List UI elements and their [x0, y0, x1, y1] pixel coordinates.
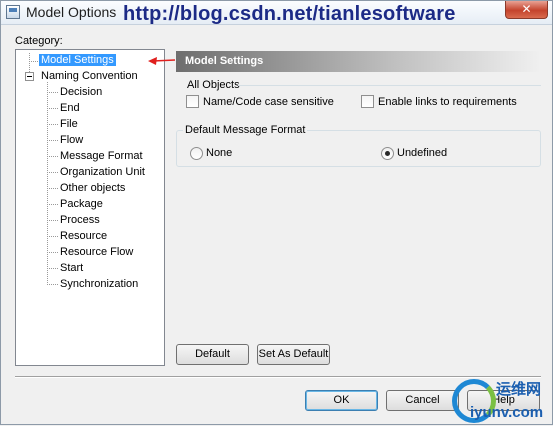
tree-connector	[47, 252, 58, 253]
site-watermark-logo: 运维网 iyunv.com	[446, 376, 553, 426]
tree-item-label: Process	[60, 214, 100, 226]
tree-item-synchronization[interactable]: Synchronization	[58, 277, 140, 292]
radio-undefined[interactable]	[381, 147, 394, 160]
enable-links-checkbox[interactable]	[361, 95, 374, 108]
watermark-url: http://blog.csdn.net/tianlesoftware	[123, 3, 456, 25]
tree-item-message-format[interactable]: Message Format	[58, 149, 145, 164]
tree-connector	[47, 92, 58, 93]
tree-item-label: Organization Unit	[60, 166, 145, 178]
logo-text-en: iyunv.com	[470, 404, 544, 421]
settings-header: Model Settings	[176, 51, 541, 72]
tree-connector	[29, 53, 30, 72]
tree-item-decision[interactable]: Decision	[58, 85, 104, 100]
tree-item-label: Resource Flow	[60, 246, 134, 258]
tree-connector	[47, 204, 58, 205]
tree-item-label: Naming Convention	[41, 70, 138, 82]
tree-item-start[interactable]: Start	[58, 261, 85, 276]
close-button[interactable]: ✕	[505, 1, 548, 19]
window-title: Model Options	[26, 4, 117, 20]
tree-connector	[47, 82, 48, 285]
tree-item-flow[interactable]: Flow	[58, 133, 85, 148]
tree-item-label: Start	[60, 262, 84, 274]
tree-connector	[47, 108, 58, 109]
tree-item-process[interactable]: Process	[58, 213, 102, 228]
all-objects-title: All Objects	[187, 79, 240, 91]
tree-item-label: Other objects	[60, 182, 126, 194]
category-tree[interactable]: Model Settings Naming Convention Decisio…	[15, 49, 176, 366]
tree-connector	[47, 220, 58, 221]
title-bar: Model Options http://blog.csdn.net/tianl…	[1, 1, 552, 25]
tree-connector	[47, 284, 58, 285]
tree-item-package[interactable]: Package	[58, 197, 105, 212]
default-button[interactable]: Default	[176, 344, 249, 365]
tree-connector	[47, 140, 58, 141]
logo-text-cn: 运维网	[496, 381, 542, 398]
name-code-case-sensitive-checkbox[interactable]	[186, 95, 199, 108]
message-format-title: Default Message Format	[183, 124, 308, 136]
radio-none[interactable]	[190, 147, 203, 160]
model-options-dialog: Model Options http://blog.csdn.net/tianl…	[0, 0, 553, 425]
ok-button[interactable]: OK	[305, 390, 378, 411]
tree-connector	[47, 124, 58, 125]
tree-item-label: Decision	[60, 86, 103, 98]
tree-connector	[47, 156, 58, 157]
tree-item-label: Message Format	[60, 150, 143, 162]
tree-item-model-settings[interactable]: Model Settings	[39, 53, 116, 68]
tree-item-naming-convention[interactable]: Naming Convention	[39, 69, 140, 84]
collapse-toggle-icon[interactable]	[25, 72, 34, 81]
tree-item-label: Flow	[60, 134, 84, 146]
radio-undefined-label[interactable]: Undefined	[397, 147, 447, 160]
tree-item-label: Resource	[60, 230, 108, 242]
set-as-default-button[interactable]: Set As Default	[257, 344, 330, 365]
tree-item-organization-unit[interactable]: Organization Unit	[58, 165, 147, 180]
tree-item-label: Synchronization	[60, 278, 139, 290]
radio-none-label[interactable]: None	[206, 147, 232, 160]
tree-item-other-objects[interactable]: Other objects	[58, 181, 127, 196]
tree-connector	[47, 188, 58, 189]
tree-item-label: Model Settings	[39, 54, 116, 66]
tree-item-resource-flow[interactable]: Resource Flow	[58, 245, 135, 260]
tree-item-label: End	[60, 102, 80, 114]
tree-item-file[interactable]: File	[58, 117, 80, 132]
tree-item-end[interactable]: End	[58, 101, 82, 116]
tree-connector	[47, 172, 58, 173]
red-arrow-icon	[148, 57, 176, 65]
name-code-case-sensitive-label[interactable]: Name/Code case sensitive	[203, 96, 334, 109]
app-icon	[6, 5, 20, 19]
tree-item-label: Package	[60, 198, 103, 210]
tree-item-label: File	[60, 118, 78, 130]
section-divider	[238, 85, 541, 86]
category-label: Category:	[15, 35, 63, 47]
tree-connector	[47, 268, 58, 269]
tree-connector	[47, 236, 58, 237]
tree-item-resource[interactable]: Resource	[58, 229, 109, 244]
enable-links-label[interactable]: Enable links to requirements	[378, 96, 517, 109]
